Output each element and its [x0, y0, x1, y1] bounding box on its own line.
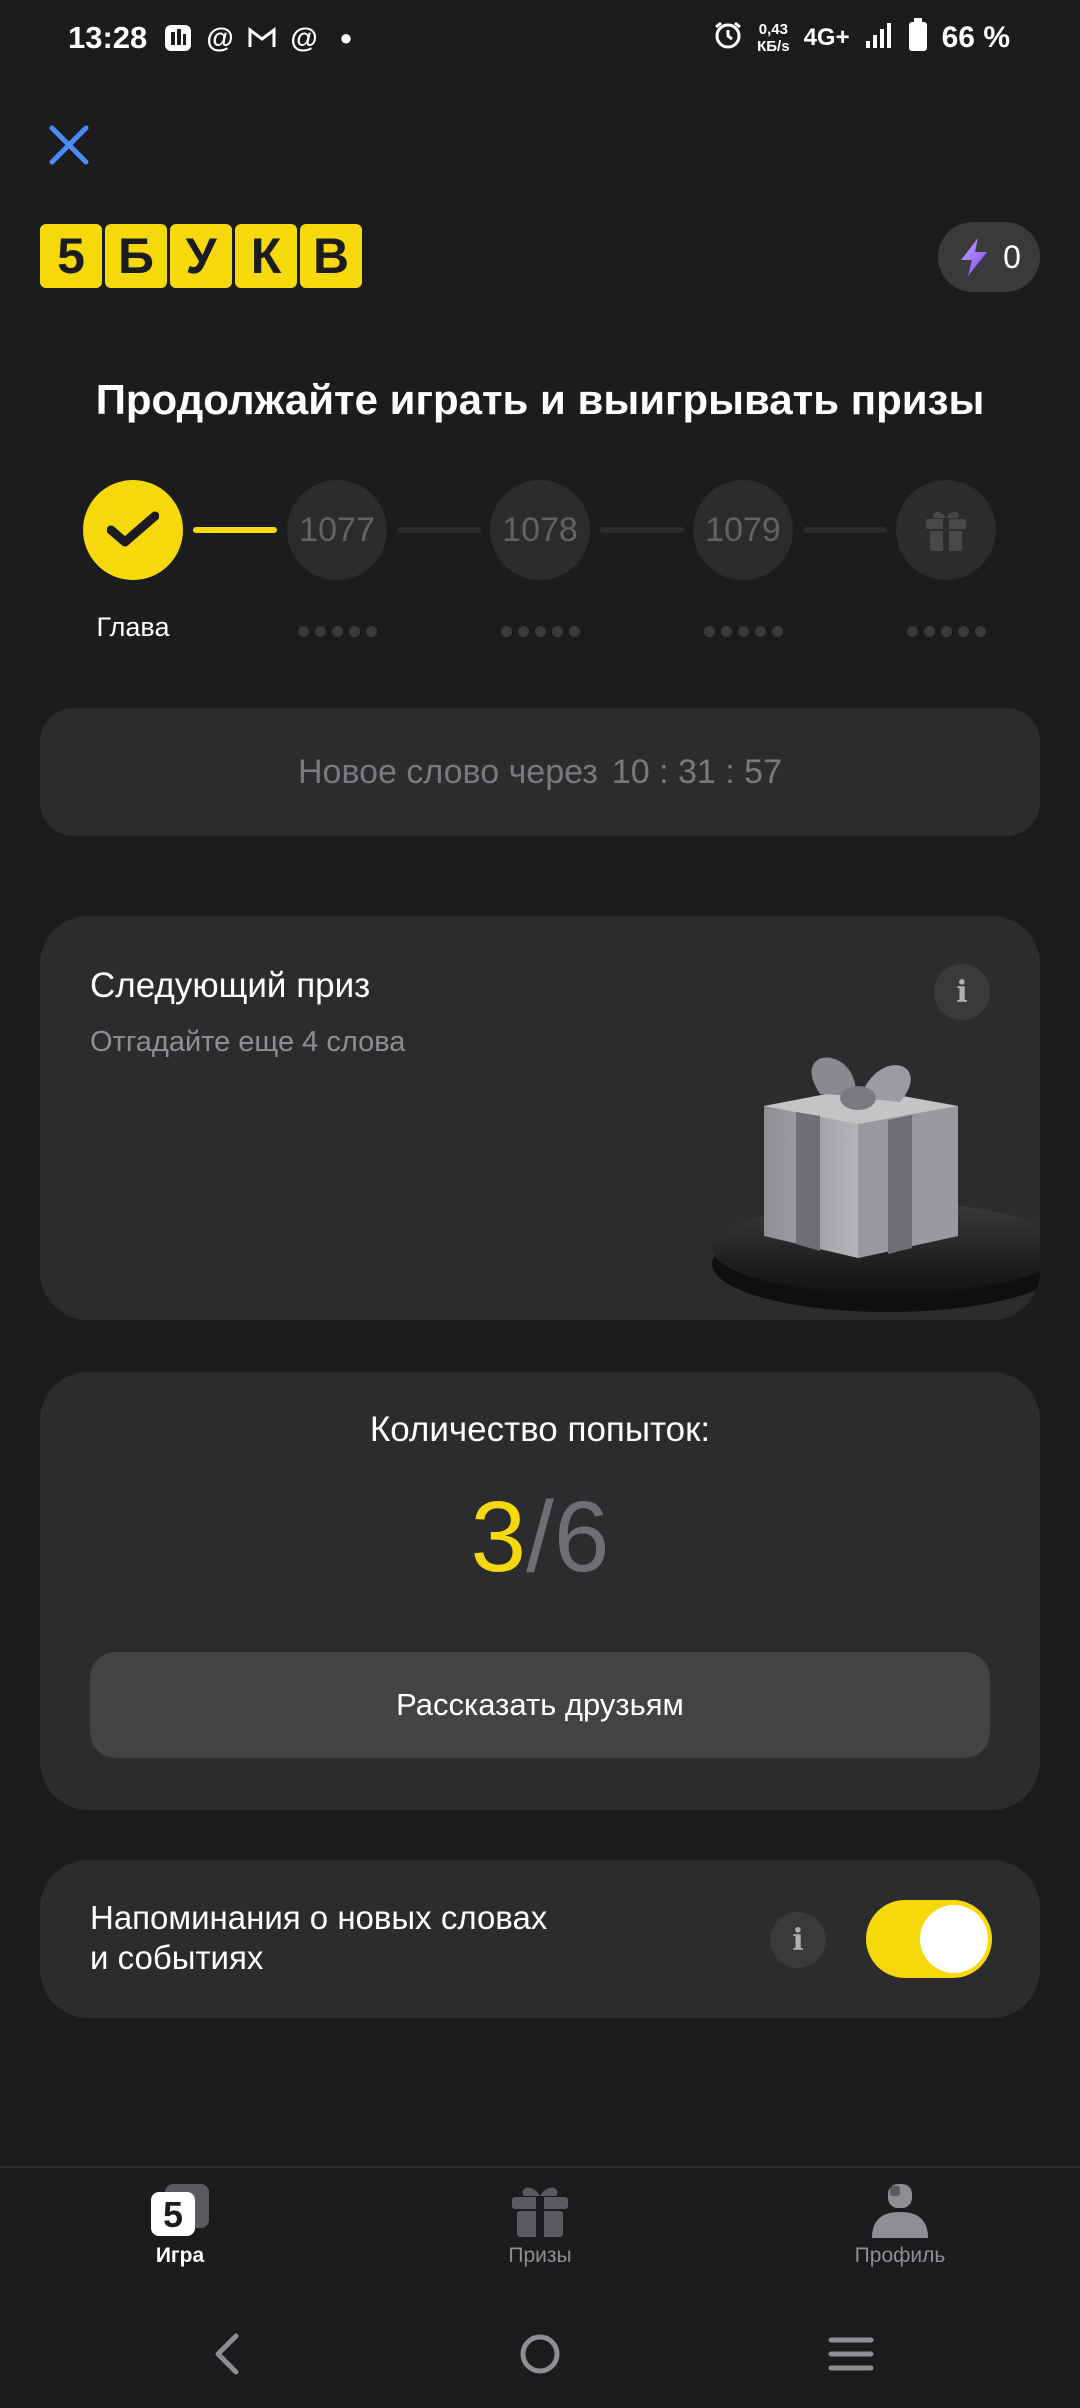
prize-title: Следующий приз [90, 966, 371, 1005]
close-button[interactable] [46, 122, 92, 168]
battery-icon [908, 18, 928, 57]
gift-icon [926, 511, 966, 551]
reminders-label-line1: Напоминания о новых словах [90, 1899, 548, 1936]
toggle-knob [920, 1905, 988, 1973]
timer-label: Новое слово через [298, 752, 598, 791]
reminders-label: Напоминания о новых словах и событиях [90, 1898, 610, 1978]
attempts-counter: 3/6 [40, 1480, 1040, 1595]
gift-box-illustration [712, 1057, 1040, 1312]
progress-link [803, 527, 887, 533]
progress-node-prize [896, 480, 996, 580]
info-icon: i [956, 974, 968, 1010]
net-speed-value: 0,43 [758, 20, 788, 38]
nav-item-game[interactable]: 5 Игра [80, 2182, 280, 2268]
mail-at-icon-2: @ [290, 22, 318, 53]
progress-link [397, 527, 481, 533]
progress-node: 1078 [490, 480, 590, 580]
back-icon[interactable] [210, 2332, 244, 2376]
progress-dots [495, 626, 585, 637]
progress-dots [901, 626, 991, 637]
reminders-info-button[interactable]: i [770, 1912, 826, 1968]
info-icon: i [792, 1922, 804, 1958]
logo-tile: У [170, 224, 232, 288]
game-logo: 5 Б У К В [40, 224, 362, 288]
prize-subtitle: Отгадайте еще 4 слова [90, 1026, 406, 1058]
system-navigation [0, 2300, 1080, 2408]
progress-node-done [83, 480, 183, 580]
game-icon: 5 [151, 2184, 209, 2236]
next-prize-card[interactable]: Следующий приз Отгадайте еще 4 слова i [40, 916, 1040, 1320]
net-speed-unit: КБ/s [757, 37, 790, 55]
reminders-label-line2: и событиях [90, 1939, 264, 1976]
status-time: 13:28 [68, 20, 148, 55]
progress-dots [698, 626, 788, 637]
progress-node: 1079 [693, 480, 793, 580]
attempts-title: Количество попыток: [369, 1410, 711, 1449]
mail-at-icon: @ [206, 22, 234, 53]
signal-icon [864, 21, 894, 54]
app-notification-icon [162, 22, 194, 54]
timer-value: 10 : 31 : 57 [611, 752, 782, 791]
gift-icon [512, 2187, 568, 2237]
progress-link-active [193, 527, 277, 533]
progress-dots [292, 626, 382, 637]
attempts-separator: / [526, 1481, 554, 1593]
net-speed: 0,43 КБ/s [757, 21, 789, 55]
progress-node: 1077 [287, 480, 387, 580]
logo-tile: Б [105, 224, 167, 288]
battery-percent: 66 % [941, 20, 1010, 54]
more-notifications-icon: ● [339, 25, 353, 50]
share-with-friends-button[interactable]: Рассказать друзьям [90, 1652, 990, 1758]
lightning-icon [961, 238, 988, 276]
check-icon [107, 511, 159, 547]
profile-icon [872, 2184, 928, 2238]
nav-item-prizes[interactable]: Призы [440, 2182, 640, 2268]
reminders-card: Напоминания о новых словах и событиях i [40, 1860, 1040, 2018]
close-icon [49, 125, 89, 165]
nav-item-profile[interactable]: Профиль [800, 2182, 1000, 2268]
prize-info-button[interactable]: i [934, 964, 990, 1020]
bottom-nav: 5 Игра Призы Профиль [0, 2168, 1080, 2300]
notification-icons: @ @ ● [162, 22, 362, 54]
attempts-total: 6 [553, 1481, 610, 1593]
energy-balance-button[interactable]: 0 [938, 222, 1040, 292]
next-word-timer: Новое слово через 10 : 31 : 57 [40, 708, 1040, 836]
svg-text:5: 5 [163, 2194, 183, 2235]
nav-label-game: Игра [155, 2244, 205, 2267]
alarm-icon [713, 20, 743, 55]
attempts-used: 3 [470, 1481, 527, 1593]
reminders-toggle[interactable] [866, 1900, 992, 1978]
recents-icon[interactable] [828, 2334, 874, 2374]
logo-tile: В [300, 224, 362, 288]
logo-tile: 5 [40, 224, 102, 288]
network-type: 4G+ [803, 23, 850, 51]
page-title: Продолжайте играть и выигрывать призы [95, 376, 985, 423]
logo-tile: К [235, 224, 297, 288]
attempts-card: Количество попыток: 3/6 Рассказать друзь… [40, 1372, 1040, 1810]
nav-label-prizes: Призы [508, 2244, 572, 2267]
energy-count: 0 [1003, 238, 1021, 275]
progress-done-label: Глава [96, 612, 170, 642]
home-icon[interactable] [518, 2332, 562, 2376]
status-right: 0,43 КБ/s 4G+ 66 % [713, 18, 1010, 57]
gmail-icon [246, 22, 278, 54]
nav-label-profile: Профиль [854, 2244, 946, 2267]
progress-link [600, 527, 684, 533]
